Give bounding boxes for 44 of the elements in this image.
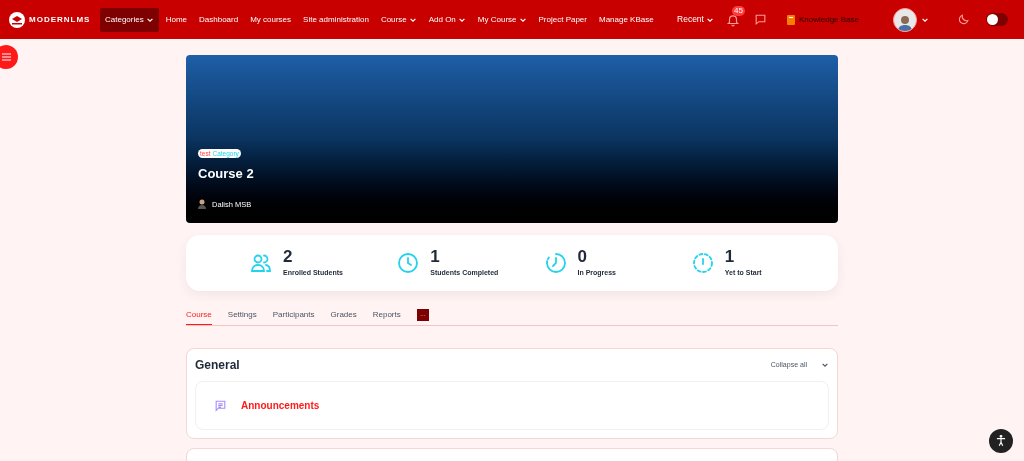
avatar[interactable] [893, 7, 917, 32]
stat-value: 0 [577, 247, 588, 266]
course-tab[interactable]: Reports [372, 305, 401, 325]
activity-card[interactable]: Announcements [195, 381, 829, 430]
caret-icon [821, 361, 829, 369]
sidebar-menu-button[interactable] [0, 45, 18, 69]
brand-name: MODERNLMS [29, 13, 91, 26]
bell-icon[interactable] [725, 12, 740, 27]
nav-link[interactable]: My courses [245, 7, 297, 32]
course-tab[interactable]: Settings [227, 305, 257, 325]
section-title: General [195, 357, 240, 374]
chat-icon[interactable] [753, 13, 767, 26]
logo-icon [9, 11, 25, 28]
menu-icon [1, 53, 11, 61]
notification-badge: 45 [731, 5, 745, 16]
nav-link[interactable]: My Course [472, 7, 532, 32]
book-icon [786, 14, 795, 25]
stat-value: 2 [283, 247, 294, 266]
activity-name: Announcements [241, 399, 320, 413]
course-tab[interactable]: Participants [272, 305, 315, 325]
clock-icon [543, 251, 568, 275]
dashed-clock-icon [690, 251, 715, 275]
nav-link[interactable]: Home [160, 7, 193, 32]
course-tab[interactable]: Grades [330, 305, 357, 325]
stat-value: 1 [724, 247, 736, 266]
clock-icon [396, 251, 421, 275]
nav-link[interactable]: Project Paper [533, 7, 592, 32]
nav-link[interactable]: Add On [423, 7, 471, 32]
nav-link[interactable]: Manage KBase [594, 7, 659, 32]
recent-menu[interactable]: Recent [677, 13, 714, 26]
nav-link[interactable]: Dashboard [194, 7, 244, 32]
accessibility-icon [994, 434, 1008, 448]
nav-link[interactable]: Site administration [298, 7, 374, 32]
forum-icon [214, 399, 227, 412]
nav-link[interactable]: Categories [100, 7, 159, 32]
moon-icon[interactable] [957, 13, 970, 26]
course-title: Course 2 [198, 165, 255, 184]
nav-link[interactable]: Course [375, 7, 422, 32]
accessibility-button[interactable] [989, 429, 1013, 453]
knowledge-base-link[interactable]: Knowledge Base [786, 13, 859, 26]
dark-mode-toggle[interactable] [986, 13, 1008, 26]
person-silhouette-icon [198, 199, 206, 210]
course-tab[interactable]: Course [186, 305, 212, 325]
stat-value: 1 [430, 247, 441, 266]
